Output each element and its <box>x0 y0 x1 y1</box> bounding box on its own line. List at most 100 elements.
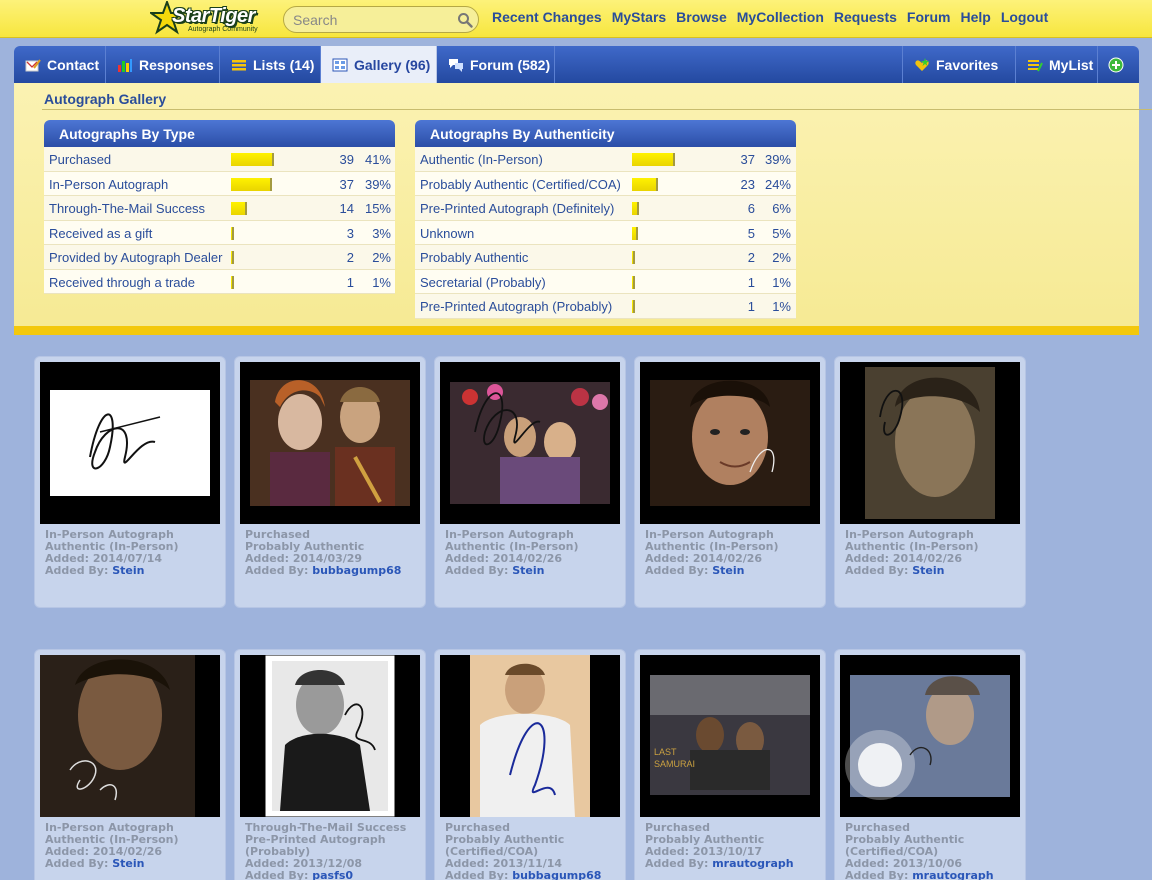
gallery-card[interactable]: In-Person Autograph Authentic (In-Person)… <box>634 356 826 608</box>
item-details: Purchased Probably Authentic (Certified/CO… <box>845 822 994 880</box>
search-input[interactable] <box>293 10 453 29</box>
stat-bar <box>632 226 638 240</box>
search-icon[interactable] <box>457 12 473 28</box>
user-link[interactable]: mrautograph <box>912 869 993 880</box>
gallery-card[interactable]: In-Person Autograph Authentic (In-Person)… <box>34 356 226 608</box>
stat-row[interactable]: Probably Authentic 2 2% <box>415 245 796 270</box>
stat-row[interactable]: Unknown 5 5% <box>415 220 796 245</box>
stat-count: 1 <box>747 299 755 314</box>
user-link[interactable]: Stein <box>712 564 744 577</box>
stat-percent: 24% <box>764 176 791 192</box>
gallery-card[interactable]: Purchased Probably Authentic Added: 2014/0… <box>234 356 426 608</box>
nav-browse[interactable]: Browse <box>676 9 727 25</box>
autograph-photo-image <box>845 675 1010 800</box>
autograph-photo[interactable]: LAST SAMURAI <box>640 655 820 817</box>
nav-mystars[interactable]: MyStars <box>612 9 666 25</box>
stat-row[interactable]: Pre-Printed Autograph (Definitely) 6 6% <box>415 196 796 221</box>
stat-label[interactable]: Provided by Autograph Dealer <box>49 250 222 265</box>
stat-count: 2 <box>346 250 354 265</box>
user-link[interactable]: Stein <box>112 564 144 577</box>
autograph-photo[interactable] <box>640 362 820 524</box>
nav-help[interactable]: Help <box>960 9 990 25</box>
user-link[interactable]: mrautograph <box>712 857 793 870</box>
user-link[interactable]: pasfs0 <box>312 869 353 880</box>
svg-text:SAMURAI: SAMURAI <box>654 759 695 769</box>
tab-mylist[interactable]: MyList <box>1016 46 1098 83</box>
autograph-photo[interactable] <box>440 362 620 524</box>
autograph-photo[interactable] <box>440 655 620 817</box>
top-bar: StarTiger Autograph Community Recent Cha… <box>0 0 1152 38</box>
stat-label[interactable]: Pre-Printed Autograph (Definitely) <box>420 201 614 216</box>
stat-label[interactable]: Authentic (In-Person) <box>420 152 543 167</box>
stat-percent: 41% <box>364 152 391 167</box>
autographs-by-type-table: Autographs By Type Purchased 39 41% In-Pers… <box>44 120 395 294</box>
tab-contact[interactable]: Contact <box>14 46 106 83</box>
logo-tagline: Autograph Community <box>188 26 258 33</box>
stat-row[interactable]: Received as a gift 3 3% <box>44 220 395 245</box>
startiger-logo[interactable]: StarTiger Autograph Community <box>150 1 264 35</box>
stat-row[interactable]: Provided by Autograph Dealer 2 2% <box>44 245 395 270</box>
nav-logout[interactable]: Logout <box>1001 9 1048 25</box>
gallery-card[interactable]: LAST SAMURAI Purchased Probably Authentic Ad… <box>634 649 826 880</box>
user-link[interactable]: Stein <box>112 857 144 870</box>
stat-row[interactable]: Probably Authentic (Certified/COA) 23 24% <box>415 171 796 196</box>
nav-forum[interactable]: Forum <box>907 9 951 25</box>
user-link[interactable]: Stein <box>912 564 944 577</box>
item-added-by: Added By: Stein <box>45 565 179 577</box>
stat-label[interactable]: Received through a trade <box>49 275 195 290</box>
autograph-photo[interactable] <box>240 655 420 817</box>
gallery-card[interactable]: Purchased Probably Authentic (Certified/CO… <box>434 649 626 880</box>
stat-row[interactable]: Through-The-Mail Success 14 15% <box>44 196 395 221</box>
user-link[interactable]: bubbagump68 <box>512 869 601 880</box>
stat-count: 5 <box>747 225 755 241</box>
panel-bottom-border <box>14 326 1139 335</box>
stat-bar <box>632 202 639 215</box>
stat-row[interactable]: Received through a trade 1 1% <box>44 269 395 294</box>
stat-percent: 2% <box>772 250 791 265</box>
autograph-photo[interactable] <box>840 655 1020 817</box>
stat-count: 39 <box>339 152 354 167</box>
item-added-by: Added By: bubbagump68 <box>245 565 401 577</box>
stat-row[interactable]: Purchased 39 41% <box>44 147 395 172</box>
stat-bar <box>632 177 658 191</box>
gallery-card[interactable]: Purchased Probably Authentic (Certified/CO… <box>834 649 1026 880</box>
stat-label[interactable]: Probably Authentic (Certified/COA) <box>420 177 621 192</box>
stat-percent: 39% <box>364 176 391 192</box>
nav-mycollection[interactable]: MyCollection <box>737 9 824 25</box>
tab-gallery[interactable]: Gallery (96) <box>321 46 437 83</box>
tab-favorites[interactable]: Favorites <box>902 46 1016 83</box>
gallery-card[interactable]: In-Person Autograph Authentic (In-Person)… <box>434 356 626 608</box>
user-link[interactable]: Stein <box>512 564 544 577</box>
autograph-photo[interactable] <box>240 362 420 524</box>
stat-row[interactable]: Secretarial (Probably) 1 1% <box>415 269 796 294</box>
tab-forum[interactable]: Forum (582) <box>437 46 555 83</box>
stat-bar <box>632 153 675 166</box>
user-link[interactable]: bubbagump68 <box>312 564 401 577</box>
item-added-by: Added By: Stein <box>45 858 179 870</box>
gallery-card[interactable]: In-Person Autograph Authentic (In-Person)… <box>834 356 1026 608</box>
page-title: Autograph Gallery <box>44 91 167 107</box>
gallery-card[interactable]: Through-The-Mail Success Pre-Printed Auto… <box>234 649 426 880</box>
stat-label[interactable]: Through-The-Mail Success <box>49 201 205 216</box>
tab-add[interactable] <box>1098 46 1139 83</box>
stat-row[interactable]: Pre-Printed Autograph (Probably) 1 1% <box>415 294 796 319</box>
stat-label[interactable]: Received as a gift <box>49 226 152 241</box>
stat-label[interactable]: In-Person Autograph <box>49 177 168 192</box>
nav-requests[interactable]: Requests <box>834 9 897 25</box>
nav-recent-changes[interactable]: Recent Changes <box>492 9 602 25</box>
stat-label[interactable]: Unknown <box>420 226 474 241</box>
tab-responses[interactable]: Responses <box>106 46 220 83</box>
stat-label[interactable]: Pre-Printed Autograph (Probably) <box>420 299 612 314</box>
stat-label[interactable]: Secretarial (Probably) <box>420 275 546 290</box>
gallery-card[interactable]: In-Person Autograph Authentic (In-Person)… <box>34 649 226 880</box>
stat-row[interactable]: In-Person Autograph 37 39% <box>44 171 395 196</box>
autograph-photo[interactable] <box>40 362 220 524</box>
stat-percent: 15% <box>364 201 391 216</box>
autograph-photo[interactable] <box>40 655 220 817</box>
stat-label[interactable]: Probably Authentic <box>420 250 528 265</box>
autograph-photo[interactable] <box>840 362 1020 524</box>
stat-label[interactable]: Purchased <box>49 152 111 167</box>
tab-lists[interactable]: Lists (14) <box>220 46 321 83</box>
stat-row[interactable]: Authentic (In-Person) 37 39% <box>415 147 796 172</box>
autograph-photo-image <box>650 380 810 506</box>
